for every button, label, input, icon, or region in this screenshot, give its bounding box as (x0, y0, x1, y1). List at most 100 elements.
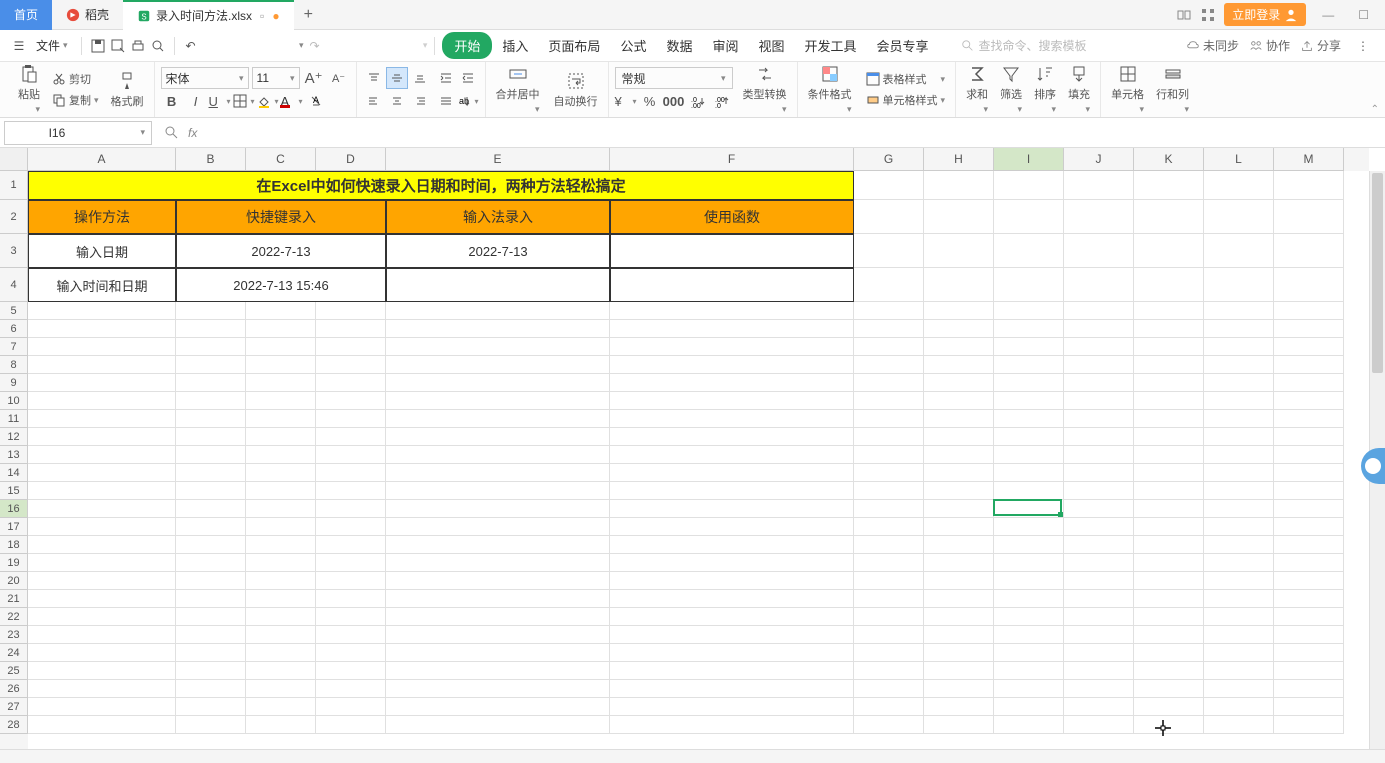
cell-blank[interactable] (1134, 302, 1204, 320)
tab-file-active[interactable]: S 录入时间方法.xlsx ▫ ● (123, 0, 294, 30)
formula-input[interactable] (205, 121, 1385, 145)
cell-blank[interactable] (1134, 234, 1204, 268)
cell-blank[interactable] (994, 608, 1064, 626)
cell-blank[interactable] (316, 320, 386, 338)
cell-blank[interactable] (246, 464, 316, 482)
row-header-7[interactable]: 7 (0, 338, 28, 356)
col-header-A[interactable]: A (28, 148, 176, 171)
cell-hdr-a[interactable]: 操作方法 (28, 200, 176, 234)
cell-blank[interactable] (386, 662, 610, 680)
bold-button[interactable]: B (161, 90, 183, 112)
cell-blank[interactable] (1064, 234, 1134, 268)
window-minimize-button[interactable]: — (1314, 8, 1342, 22)
cell-blank[interactable] (28, 644, 176, 662)
sync-status[interactable]: 未同步 (1186, 37, 1239, 54)
cell-blank[interactable] (316, 500, 386, 518)
comma-button[interactable]: 000 (663, 90, 685, 112)
cell-blank[interactable] (854, 590, 924, 608)
cell-blank[interactable] (994, 500, 1064, 518)
cell-blank[interactable] (386, 320, 610, 338)
cell-blank[interactable] (28, 716, 176, 734)
cell-blank[interactable] (1274, 320, 1344, 338)
cell-r3-e[interactable]: 2022-7-13 (386, 234, 610, 268)
cell-blank[interactable] (316, 554, 386, 572)
col-header-C[interactable]: C (246, 148, 316, 171)
login-button[interactable]: 立即登录 (1224, 3, 1306, 26)
cell-blank[interactable] (924, 536, 994, 554)
currency-button[interactable]: ¥▾ (615, 90, 637, 112)
cell-blank[interactable] (176, 302, 246, 320)
cell-blank[interactable] (316, 680, 386, 698)
cell-blank[interactable] (316, 356, 386, 374)
rtab-dev[interactable]: 开发工具 (795, 30, 867, 61)
cell-blank[interactable] (28, 626, 176, 644)
cell-blank[interactable] (994, 464, 1064, 482)
cell-blank[interactable] (1204, 554, 1274, 572)
auto-wrap-button[interactable]: 自动换行 (550, 71, 602, 109)
cell-blank[interactable] (176, 374, 246, 392)
cell-blank[interactable] (246, 518, 316, 536)
cell-blank[interactable] (386, 590, 610, 608)
cell-blank[interactable] (854, 626, 924, 644)
cell-blank[interactable] (1134, 410, 1204, 428)
format-painter-button[interactable]: 格式刷 (107, 71, 148, 109)
cell-blank[interactable] (994, 302, 1064, 320)
cell-blank[interactable] (1274, 374, 1344, 392)
row-header-14[interactable]: 14 (0, 464, 28, 482)
cell-blank[interactable] (854, 554, 924, 572)
cell-blank[interactable] (1274, 536, 1344, 554)
cell-blank[interactable] (246, 338, 316, 356)
font-color-button[interactable]: A▾ (281, 90, 303, 112)
cell-blank[interactable] (28, 518, 176, 536)
cell-blank[interactable] (924, 320, 994, 338)
tab-home[interactable]: 首页 (0, 0, 52, 30)
cell-blank[interactable] (854, 680, 924, 698)
cell-blank[interactable] (994, 680, 1064, 698)
cell-blank[interactable] (386, 680, 610, 698)
cell-blank[interactable] (1274, 410, 1344, 428)
cell-button[interactable]: 单元格▾ (1107, 64, 1148, 115)
cell-blank[interactable] (854, 356, 924, 374)
cell-blank[interactable] (1204, 200, 1274, 234)
cell-blank[interactable] (1204, 572, 1274, 590)
cell-blank[interactable] (1064, 662, 1134, 680)
cell-blank[interactable] (1134, 518, 1204, 536)
cell-blank[interactable] (1204, 374, 1274, 392)
rtab-data[interactable]: 数据 (656, 30, 702, 61)
cell-blank[interactable] (994, 716, 1064, 734)
row-header-1[interactable]: 1 (0, 171, 28, 200)
cell-blank[interactable] (1204, 392, 1274, 410)
cell-blank[interactable] (854, 716, 924, 734)
cell-blank[interactable] (1134, 482, 1204, 500)
cell-blank[interactable] (246, 374, 316, 392)
save-icon[interactable] (89, 37, 107, 55)
cell-blank[interactable] (1204, 716, 1274, 734)
cell-blank[interactable] (1134, 662, 1204, 680)
cell-blank[interactable] (246, 482, 316, 500)
cell-blank[interactable] (386, 536, 610, 554)
cell-blank[interactable] (854, 608, 924, 626)
cell-blank[interactable] (854, 268, 924, 302)
cell-blank[interactable] (176, 644, 246, 662)
cell-blank[interactable] (28, 338, 176, 356)
cell-blank[interactable] (994, 662, 1064, 680)
cell-blank[interactable] (924, 554, 994, 572)
cell-blank[interactable] (1064, 698, 1134, 716)
cell-blank[interactable] (1274, 234, 1344, 268)
row-header-3[interactable]: 3 (0, 234, 28, 268)
cell-blank[interactable] (924, 356, 994, 374)
cell-blank[interactable] (854, 374, 924, 392)
row-header-4[interactable]: 4 (0, 268, 28, 302)
cell-blank[interactable] (1064, 500, 1134, 518)
cell-r3-f[interactable] (610, 234, 854, 268)
rtab-view[interactable]: 视图 (748, 30, 794, 61)
row-header-27[interactable]: 27 (0, 698, 28, 716)
cell-hdr-e[interactable]: 输入法录入 (386, 200, 610, 234)
cell-blank[interactable] (1134, 554, 1204, 572)
number-format-select[interactable]: 常规▾ (615, 67, 733, 89)
cell-blank[interactable] (1274, 698, 1344, 716)
cell-blank[interactable] (28, 500, 176, 518)
cell-blank[interactable] (28, 356, 176, 374)
cell-blank[interactable] (316, 608, 386, 626)
cell-blank[interactable] (28, 410, 176, 428)
